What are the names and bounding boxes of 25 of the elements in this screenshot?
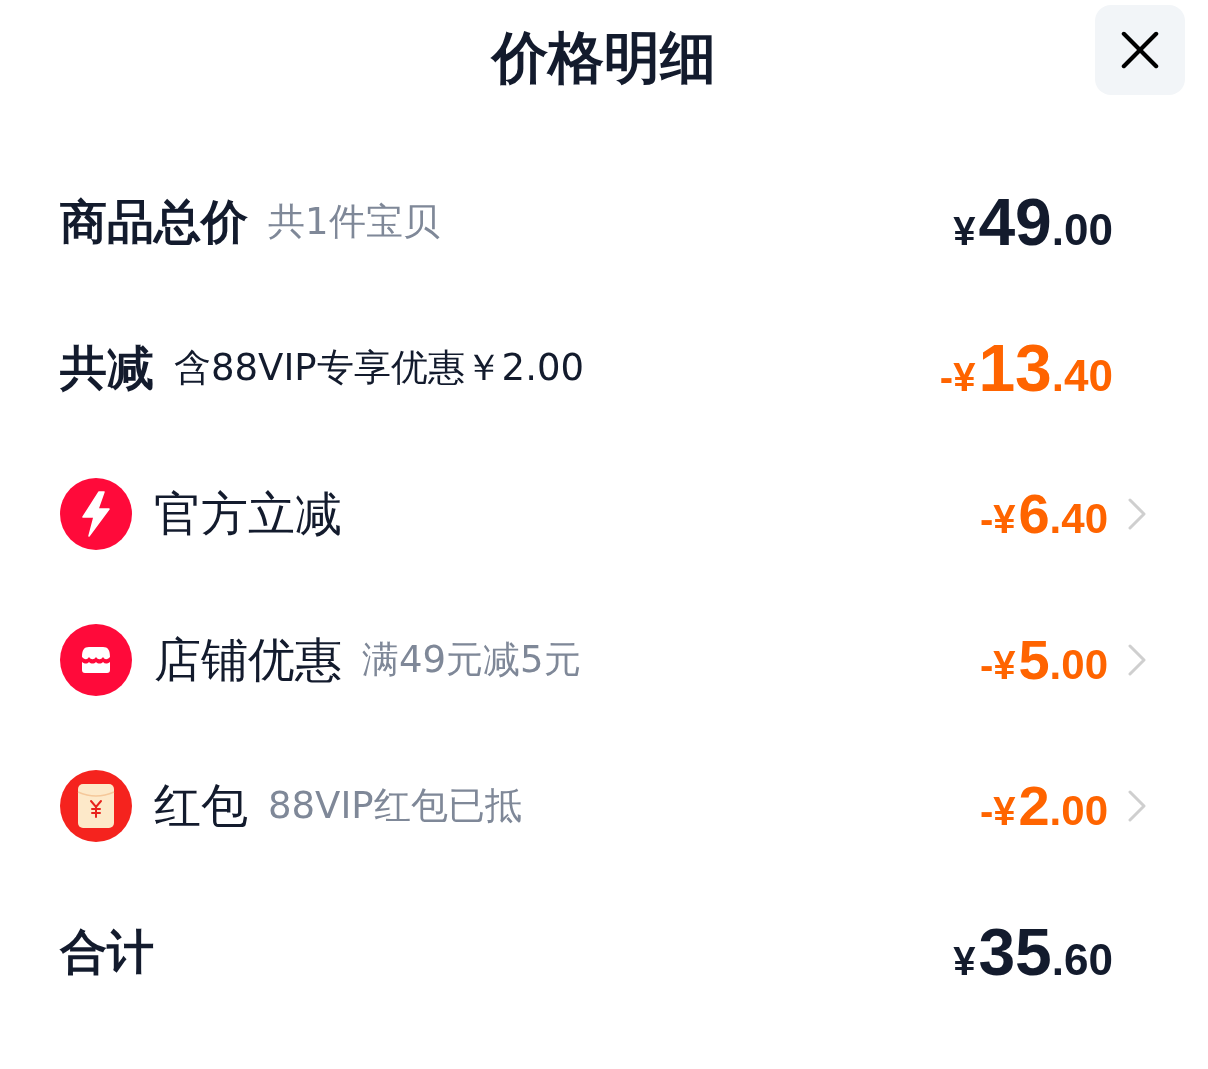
row-note: 满49元减5元 xyxy=(362,637,581,683)
price-amount: ¥49.00 xyxy=(953,189,1113,255)
close-button[interactable] xyxy=(1095,5,1185,95)
lightning-icon xyxy=(60,478,132,550)
row-label: 共减 xyxy=(60,339,154,397)
chevron-right-icon[interactable] xyxy=(1128,498,1146,530)
price-amount: -¥6.40 xyxy=(979,486,1108,542)
row-note: 含88VIP专享优惠￥2.00 xyxy=(174,345,584,391)
chevron-right-icon[interactable] xyxy=(1128,644,1146,676)
price-amount: ¥35.60 xyxy=(953,919,1113,985)
row-label: 红包 xyxy=(154,777,248,835)
row-note: 88VIP红包已抵 xyxy=(268,783,522,829)
close-icon xyxy=(1121,31,1159,69)
sheet-title: 价格明细 xyxy=(492,24,716,92)
row-label: 店铺优惠 xyxy=(154,631,342,689)
row-note: 共1件宝贝 xyxy=(268,199,440,245)
price-amount: -¥2.00 xyxy=(979,778,1108,834)
row-label: 合计 xyxy=(60,923,154,981)
price-amount: -¥5.00 xyxy=(979,632,1108,688)
money-envelope-icon xyxy=(60,770,132,842)
row-label: 商品总价 xyxy=(60,193,248,251)
shop-icon xyxy=(60,624,132,696)
chevron-right-icon[interactable] xyxy=(1128,790,1146,822)
price-amount: -¥13.40 xyxy=(939,335,1113,401)
row-label: 官方立减 xyxy=(154,485,342,543)
